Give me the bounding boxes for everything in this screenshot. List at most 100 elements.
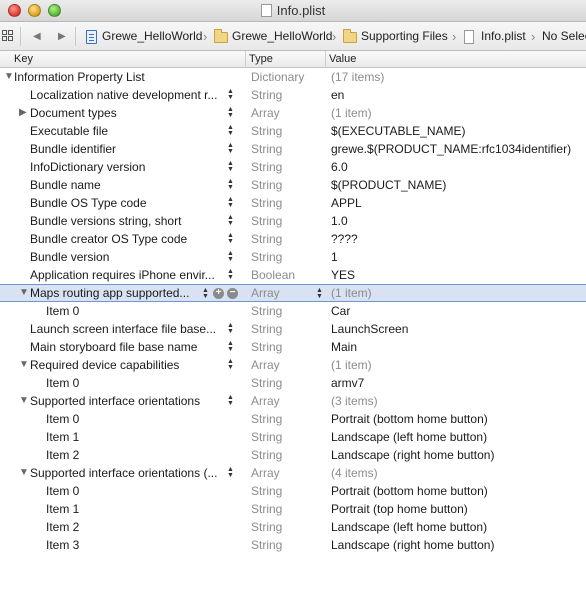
value-cell[interactable]: grewe.$(PRODUCT_NAME:rfc1034identifier) — [331, 140, 571, 158]
table-row[interactable]: Item 3 String Landscape (right home button… — [0, 536, 586, 554]
key-stepper-icon[interactable]: ▲ ▼ — [227, 320, 235, 335]
value-cell[interactable]: (1 item) — [331, 285, 372, 301]
table-row[interactable]: Item 1 String Portrait (top home button) — [0, 500, 586, 518]
type-cell[interactable]: String — [251, 302, 282, 320]
type-cell[interactable]: Array — [251, 356, 280, 374]
key-cell[interactable]: Application requires iPhone envir... — [30, 266, 220, 284]
type-cell[interactable]: Boolean — [251, 266, 295, 284]
key-cell[interactable]: Information Property List — [14, 68, 220, 86]
key-stepper-icon[interactable]: ▲ ▼ — [227, 338, 235, 353]
breadcrumb-group[interactable]: Grewe_HelloWorld — [232, 22, 332, 50]
table-row[interactable]: Bundle OS Type code ▲ ▼ String APPL — [0, 194, 586, 212]
key-stepper-icon[interactable]: ▲ ▼ — [227, 230, 235, 245]
table-row[interactable]: Item 0 String armv7 — [0, 374, 586, 392]
type-cell[interactable]: String — [251, 212, 282, 230]
key-cell[interactable]: Item 0 — [46, 374, 220, 392]
remove-circle-icon[interactable]: − — [227, 288, 238, 299]
key-cell[interactable]: Item 2 — [46, 446, 220, 464]
table-row[interactable]: ▼ Required device capabilities ▲ ▼ Array (1 i… — [0, 356, 586, 374]
value-cell[interactable]: (4 items) — [331, 464, 378, 482]
key-cell[interactable]: Bundle versions string, short — [30, 212, 220, 230]
type-cell[interactable]: String — [251, 500, 282, 518]
key-cell[interactable]: Bundle identifier — [30, 140, 220, 158]
value-cell[interactable]: (17 items) — [331, 68, 384, 86]
type-cell[interactable]: String — [251, 158, 282, 176]
disclosure-open-icon[interactable]: ▼ — [19, 464, 29, 482]
type-cell[interactable]: String — [251, 86, 282, 104]
key-cell[interactable]: Item 1 — [46, 428, 220, 446]
disclosure-closed-icon[interactable]: ▶ — [19, 104, 29, 122]
value-cell[interactable]: 1 — [331, 248, 338, 266]
type-cell[interactable]: String — [251, 248, 282, 266]
type-cell[interactable]: String — [251, 518, 282, 536]
table-row[interactable]: Application requires iPhone envir... ▲ ▼ Bo… — [0, 266, 586, 284]
value-cell[interactable]: (1 item) — [331, 104, 372, 122]
table-row[interactable]: Bundle creator OS Type code ▲ ▼ String???? — [0, 230, 586, 248]
key-stepper-icon[interactable]: ▲ ▼ — [227, 176, 235, 191]
column-divider[interactable] — [245, 51, 246, 68]
breadcrumb-selection[interactable]: No Selec — [542, 22, 586, 50]
key-stepper-icon[interactable]: ▲ ▼ — [227, 140, 235, 155]
table-row[interactable]: InfoDictionary version ▲ ▼ String 6.0 — [0, 158, 586, 176]
key-cell[interactable]: Executable file — [30, 122, 220, 140]
table-row[interactable]: Bundle version ▲ ▼ String 1 — [0, 248, 586, 266]
key-cell[interactable]: Bundle name — [30, 176, 220, 194]
value-cell[interactable]: $(EXECUTABLE_NAME) — [331, 122, 465, 140]
table-row[interactable]: Item 0 String Portrait (bottom home button… — [0, 410, 586, 428]
key-stepper-icon[interactable]: ▲ ▼ — [227, 356, 235, 371]
key-cell[interactable]: Required device capabilities — [30, 356, 220, 374]
table-row[interactable]: Item 0 String Car — [0, 302, 586, 320]
value-cell[interactable]: APPL — [331, 194, 362, 212]
key-cell[interactable]: Maps routing app supported... — [30, 285, 195, 301]
column-header-type[interactable]: Type — [249, 53, 273, 65]
value-cell[interactable]: en — [331, 86, 344, 104]
key-cell[interactable]: Bundle OS Type code — [30, 194, 220, 212]
value-cell[interactable]: Main — [331, 338, 357, 356]
column-header-key[interactable]: Key — [14, 53, 33, 65]
value-cell[interactable]: Portrait (top home button) — [331, 500, 468, 518]
forward-arrow-icon[interactable]: ▶ — [58, 22, 66, 50]
table-row[interactable]: ▼ Information Property List Dictionary (17 … — [0, 68, 586, 86]
key-cell[interactable]: InfoDictionary version — [30, 158, 220, 176]
column-divider[interactable] — [325, 51, 326, 68]
type-cell[interactable]: Array — [251, 392, 280, 410]
type-cell[interactable]: String — [251, 482, 282, 500]
key-cell[interactable]: Localization native development r... — [30, 86, 220, 104]
type-cell[interactable]: String — [251, 410, 282, 428]
value-cell[interactable]: YES — [331, 266, 355, 284]
table-row[interactable]: Launch screen interface file base... ▲ ▼ St… — [0, 320, 586, 338]
value-cell[interactable]: armv7 — [331, 374, 364, 392]
key-stepper-icon[interactable]: ▲ ▼ — [202, 285, 210, 300]
value-cell[interactable]: Landscape (right home button) — [331, 536, 494, 554]
value-cell[interactable]: (3 items) — [331, 392, 378, 410]
key-cell[interactable]: Item 0 — [46, 302, 220, 320]
key-cell[interactable]: Bundle creator OS Type code — [30, 230, 220, 248]
table-row[interactable]: Main storyboard file base name ▲ ▼ String Ma… — [0, 338, 586, 356]
value-cell[interactable]: Landscape (left home button) — [331, 518, 487, 536]
table-row-selected[interactable]: ▼ Maps routing app supported... ▲ ▼ + − ▲ ▼ Arra… — [0, 284, 586, 302]
type-cell[interactable]: String — [251, 338, 282, 356]
value-cell[interactable]: Portrait (bottom home button) — [331, 410, 488, 428]
table-row[interactable]: ▼ Supported interface orientations (... ▲ ▼… — [0, 464, 586, 482]
key-stepper-icon[interactable]: ▲ ▼ — [227, 464, 235, 479]
table-row[interactable]: Bundle identifier ▲ ▼ String grewe.$(PRODUCT… — [0, 140, 586, 158]
column-header-value[interactable]: Value — [329, 53, 356, 65]
table-row[interactable]: Localization native development r... ▲ ▼ St… — [0, 86, 586, 104]
type-cell[interactable]: String — [251, 140, 282, 158]
table-row[interactable]: Item 0 String Portrait (bottom home button… — [0, 482, 586, 500]
type-cell[interactable]: String — [251, 536, 282, 554]
type-stepper-icon[interactable]: ▲ ▼ — [316, 285, 324, 300]
key-stepper-icon[interactable]: ▲ ▼ — [227, 248, 235, 263]
table-row[interactable]: Executable file ▲ ▼ String $(EXECUTABLE_NAME… — [0, 122, 586, 140]
type-cell[interactable]: Array — [251, 285, 280, 301]
table-row[interactable]: Item 2 String Landscape (right home button… — [0, 446, 586, 464]
type-cell[interactable]: String — [251, 176, 282, 194]
breadcrumb-project[interactable]: Grewe_HelloWorld — [102, 22, 202, 50]
type-cell[interactable]: String — [251, 122, 282, 140]
disclosure-open-icon[interactable]: ▼ — [19, 392, 29, 410]
key-cell[interactable]: Supported interface orientations (... — [30, 464, 220, 482]
key-cell[interactable]: Item 0 — [46, 482, 220, 500]
key-cell[interactable]: Item 3 — [46, 536, 220, 554]
type-cell[interactable]: String — [251, 230, 282, 248]
value-cell[interactable]: 6.0 — [331, 158, 348, 176]
